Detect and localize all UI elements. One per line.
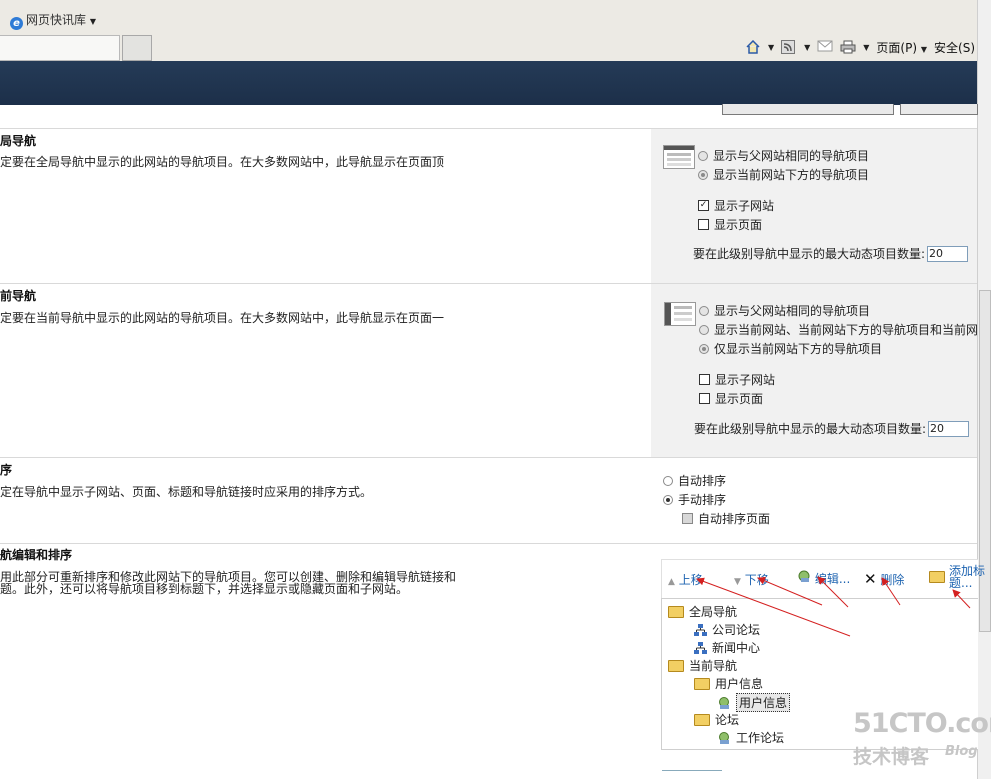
annotation-arrows [696,576,971,637]
annotation-arrow [952,589,971,609]
annotation-arrow [817,576,849,608]
annotation-arrow [757,577,823,606]
annotation-arrow [881,577,901,606]
annotation-arrow [696,577,851,637]
